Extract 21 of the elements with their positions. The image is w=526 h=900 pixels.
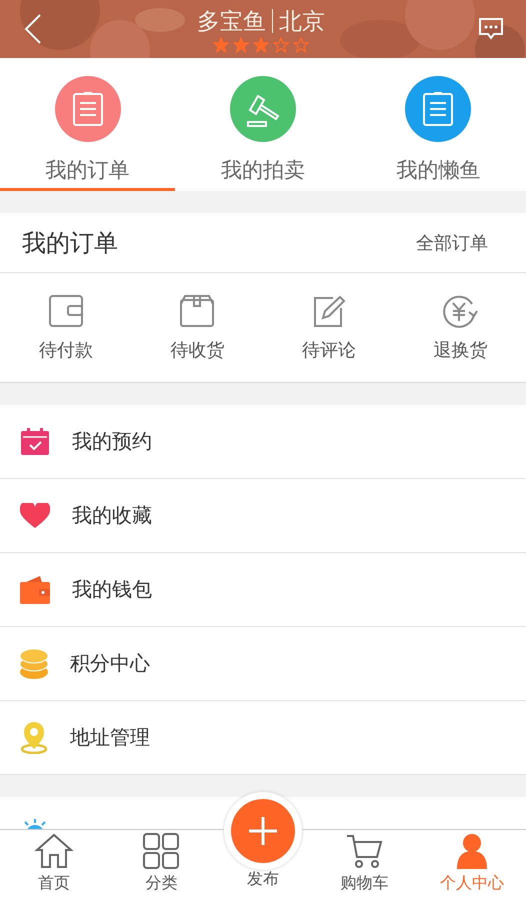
- grid-icon: [141, 833, 182, 869]
- home-icon: [34, 833, 74, 869]
- nav-tab[interactable]: 首页: [0, 830, 108, 900]
- calendar-icon: [20, 428, 50, 456]
- shop-name: 多宝鱼: [197, 8, 266, 36]
- city-name: 北京: [279, 8, 325, 36]
- cart-icon: [344, 833, 385, 869]
- coins-icon: [20, 648, 48, 680]
- plus-icon: [230, 799, 295, 863]
- section-title: 我的订单: [22, 228, 118, 258]
- wallet-icon: [20, 576, 50, 604]
- nav-tab[interactable]: 购物车: [310, 830, 418, 900]
- box-icon: [179, 294, 216, 328]
- publish-label[interactable]: 发布: [246, 869, 279, 890]
- wallet-icon: [48, 294, 84, 328]
- heart-icon: [20, 502, 50, 528]
- nav-tab[interactable]: 分类: [108, 830, 216, 900]
- location-pin-icon: [20, 722, 48, 754]
- all-orders-link[interactable]: 全部订单: [416, 230, 488, 254]
- chat-icon[interactable]: [478, 17, 504, 41]
- yen-refund-icon: [442, 294, 478, 328]
